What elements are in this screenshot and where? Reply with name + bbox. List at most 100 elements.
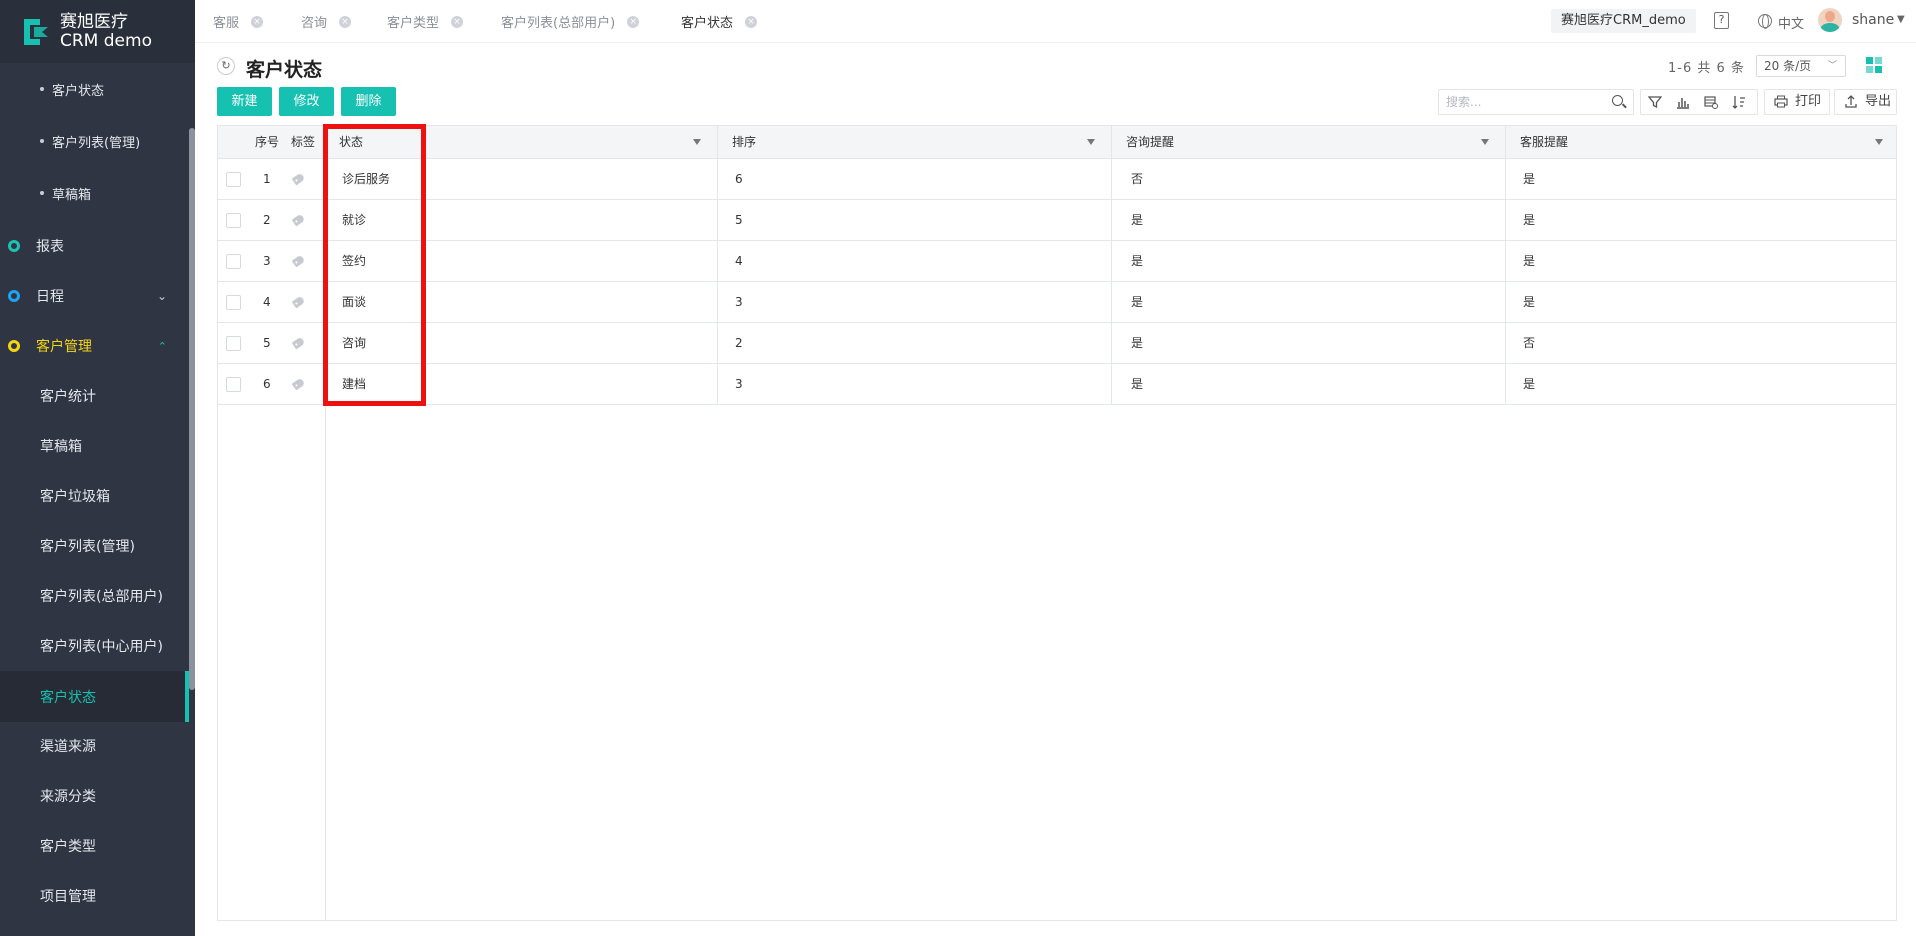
tag-icon[interactable]: [291, 295, 306, 309]
table-row[interactable]: 6 建档 3 是 是: [218, 364, 1896, 405]
cell-consult-reminder: 是: [1131, 377, 1144, 391]
page-title: 客户状态: [246, 59, 323, 81]
globe-icon[interactable]: [1758, 14, 1772, 29]
sidebar-item-customer-trash[interactable]: 客户垃圾箱: [0, 475, 189, 517]
close-icon[interactable]: ×: [339, 15, 352, 28]
table-row[interactable]: 1 诊后服务 6 否 是: [218, 159, 1896, 200]
row-checkbox[interactable]: [226, 172, 241, 187]
cell-consult-reminder: 是: [1131, 213, 1144, 227]
logo[interactable]: 赛旭医疗 CRM demo: [0, 0, 195, 63]
caret-down-icon[interactable]: [1875, 139, 1883, 145]
sidebar-item-source-category[interactable]: 来源分类: [0, 775, 189, 817]
refresh-icon[interactable]: ↻: [217, 57, 235, 75]
avatar[interactable]: [1818, 8, 1842, 32]
tag-icon[interactable]: [291, 377, 306, 391]
page-size-select[interactable]: 20 条/页 ﹀: [1756, 55, 1846, 77]
sidebar-group-customer-management[interactable]: 客户管理 ⌃: [0, 325, 189, 367]
sidebar-group-schedule[interactable]: 日程 ⌄: [0, 275, 189, 317]
row-index: 6: [263, 377, 271, 391]
cell-consult-reminder: 是: [1131, 336, 1144, 350]
edit-button[interactable]: 修改: [279, 87, 334, 116]
column-header-service-reminder[interactable]: 客服提醒: [1520, 126, 1568, 159]
close-icon[interactable]: ×: [251, 15, 264, 28]
cell-sort: 3: [735, 295, 743, 309]
tag-icon[interactable]: [291, 213, 306, 227]
data-table: 序号 标签 状态 排序 咨询提醒 客服提醒 1 诊后服务 6 否 是 2 就诊 …: [217, 125, 1897, 921]
sidebar-item-channel-source[interactable]: 渠道来源: [0, 725, 189, 767]
sidebar-item-drafts[interactable]: 草稿箱: [0, 425, 189, 467]
row-checkbox[interactable]: [226, 336, 241, 351]
row-checkbox[interactable]: [226, 377, 241, 392]
sidebar-item-customer-list-admin-top[interactable]: 客户列表(管理): [0, 120, 189, 162]
close-icon[interactable]: ×: [627, 15, 640, 28]
bullet-icon: [40, 139, 44, 143]
sidebar-item-customer-type[interactable]: 客户类型: [0, 825, 189, 867]
tab-customer-service[interactable]: 客服 ×: [213, 0, 264, 43]
row-index: 1: [263, 172, 271, 186]
close-icon[interactable]: ×: [451, 15, 464, 28]
sidebar-group-reports[interactable]: 报表: [0, 225, 189, 267]
row-index: 2: [263, 213, 271, 227]
chevron-up-icon: ⌃: [157, 339, 167, 353]
export-button[interactable]: 导出: [1834, 89, 1897, 115]
table-row[interactable]: 5 咨询 2 是 否: [218, 323, 1896, 364]
cell-sort: 4: [735, 254, 743, 268]
cell-sort: 3: [735, 377, 743, 391]
logo-icon: [20, 15, 54, 49]
column-header-tag: 标签: [291, 135, 316, 149]
sidebar-item-customer-status-top[interactable]: 客户状态: [0, 68, 189, 110]
row-checkbox[interactable]: [226, 295, 241, 310]
tag-icon[interactable]: [291, 336, 306, 350]
table-row[interactable]: 2 就诊 5 是 是: [218, 200, 1896, 241]
close-icon[interactable]: ×: [745, 15, 758, 28]
caret-down-icon[interactable]: ▼: [1897, 14, 1905, 25]
tab-customer-list-hq[interactable]: 客户列表(总部用户) ×: [501, 0, 640, 43]
row-checkbox[interactable]: [226, 254, 241, 269]
company-switcher[interactable]: 赛旭医疗CRM_demo: [1551, 9, 1696, 33]
delete-button[interactable]: 删除: [341, 87, 396, 116]
sidebar-item-customer-list-hq[interactable]: 客户列表(总部用户): [0, 575, 189, 617]
search-icon: [1612, 95, 1623, 106]
tag-icon[interactable]: [291, 172, 306, 186]
table-row[interactable]: 3 签约 4 是 是: [218, 241, 1896, 282]
table-row[interactable]: 4 面谈 3 是 是: [218, 282, 1896, 323]
tag-icon[interactable]: [291, 254, 306, 268]
user-name[interactable]: shane: [1852, 12, 1894, 28]
sidebar-item-customer-list-admin[interactable]: 客户列表(管理): [0, 525, 189, 567]
upload-icon: [1844, 90, 1858, 122]
sidebar-item-customer-stats[interactable]: 客户统计: [0, 375, 189, 417]
sidebar-item-customer-status[interactable]: 客户状态: [0, 671, 189, 722]
table-header: 序号 标签 状态 排序 咨询提醒 客服提醒: [218, 126, 1896, 159]
cell-service-reminder: 是: [1523, 213, 1536, 227]
tab-customer-type[interactable]: 客户类型 ×: [387, 0, 464, 43]
new-button[interactable]: 新建: [217, 87, 272, 116]
sidebar-scrollbar[interactable]: [189, 128, 195, 690]
filter-icon[interactable]: [1647, 95, 1663, 111]
cell-service-reminder: 否: [1523, 336, 1536, 350]
language-switcher[interactable]: 中文: [1778, 13, 1804, 32]
sidebar-item-project-management[interactable]: 项目管理: [0, 875, 189, 917]
search-button[interactable]: [1602, 89, 1634, 115]
tab-consult[interactable]: 咨询 ×: [301, 0, 352, 43]
cell-sort: 6: [735, 172, 743, 186]
sidebar-item-drafts-top[interactable]: 草稿箱: [0, 172, 189, 214]
chart-icon[interactable]: [1675, 95, 1691, 111]
row-checkbox[interactable]: [226, 213, 241, 228]
tab-customer-status[interactable]: 客户状态 ×: [681, 0, 758, 43]
printer-icon: [1774, 90, 1788, 122]
print-button[interactable]: 打印: [1764, 89, 1830, 115]
caret-down-icon[interactable]: [693, 139, 701, 145]
table-tools: [1640, 89, 1758, 115]
cell-sort: 5: [735, 213, 743, 227]
layout-grid-icon[interactable]: [1866, 57, 1882, 73]
sidebar-item-customer-list-center[interactable]: 客户列表(中心用户): [0, 625, 189, 667]
bullet-icon: [40, 191, 44, 195]
column-header-consult-reminder[interactable]: 咨询提醒: [1126, 126, 1174, 159]
caret-down-icon[interactable]: [1087, 139, 1095, 145]
cell-sort: 2: [735, 336, 743, 350]
sort-icon[interactable]: [1731, 95, 1747, 111]
caret-down-icon[interactable]: [1481, 139, 1489, 145]
column-settings-icon[interactable]: [1703, 95, 1719, 111]
help-icon[interactable]: ?: [1714, 12, 1729, 29]
column-header-sort[interactable]: 排序: [732, 126, 756, 159]
